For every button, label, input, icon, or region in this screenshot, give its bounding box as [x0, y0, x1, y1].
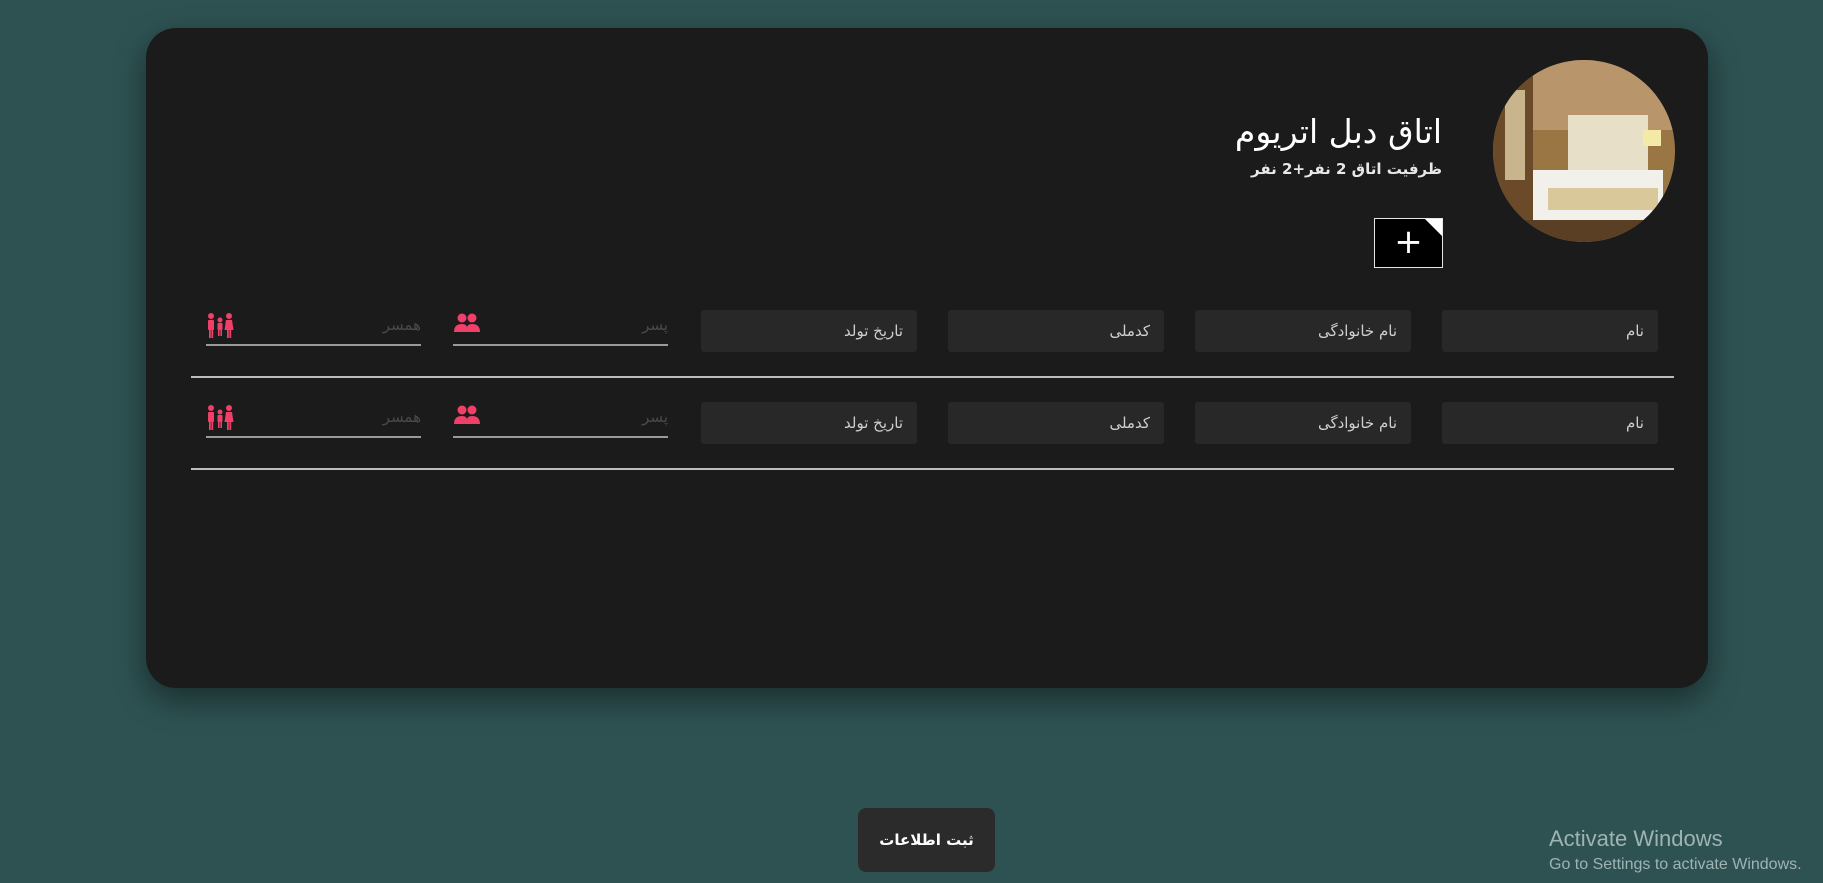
boy-field[interactable]: پسر: [453, 308, 668, 346]
room-photo: [1493, 60, 1675, 242]
page: اتاق دبل اتریوم ظرفیت اتاق 2 نفر+2 نفر +…: [0, 0, 1823, 883]
group-people-icon: [453, 312, 481, 338]
national-code-field[interactable]: کدملی: [948, 310, 1164, 352]
windows-activation-watermark: Activate Windows Go to Settings to activ…: [1549, 826, 1802, 874]
national-code-field[interactable]: کدملی: [948, 402, 1164, 444]
boy-field[interactable]: پسر: [453, 400, 668, 438]
row-divider: [191, 468, 1674, 470]
room-title: اتاق دبل اتریوم: [1234, 112, 1442, 151]
birth-date-field[interactable]: تاریخ تولد: [701, 310, 917, 352]
submit-button[interactable]: ثبت اطلاعات: [858, 808, 995, 872]
birth-date-field[interactable]: تاریخ تولد: [701, 402, 917, 444]
boy-placeholder: پسر: [642, 316, 668, 334]
spouse-placeholder: همسر: [382, 408, 421, 426]
family-icon: [206, 312, 234, 344]
add-guest-button[interactable]: +: [1374, 218, 1443, 268]
watermark-subtitle: Go to Settings to activate Windows.: [1549, 856, 1802, 873]
watermark-title: Activate Windows: [1549, 826, 1723, 851]
family-name-field[interactable]: نام خانوادگی: [1195, 310, 1411, 352]
spouse-placeholder: همسر: [382, 316, 421, 334]
guest-row: نام نام خانوادگی کدملی تاریخ تولد پسر هم…: [0, 400, 1823, 460]
guest-row: نام نام خانوادگی کدملی تاریخ تولد پسر هم…: [0, 308, 1823, 368]
name-field[interactable]: نام: [1442, 310, 1658, 352]
family-name-field[interactable]: نام خانوادگی: [1195, 402, 1411, 444]
boy-placeholder: پسر: [642, 408, 668, 426]
family-icon: [206, 404, 234, 436]
group-people-icon: [453, 404, 481, 430]
name-field[interactable]: نام: [1442, 402, 1658, 444]
row-divider: [191, 376, 1674, 378]
room-capacity: ظرفیت اتاق 2 نفر+2 نفر: [1251, 160, 1442, 178]
spouse-field[interactable]: همسر: [206, 308, 421, 346]
spouse-field[interactable]: همسر: [206, 400, 421, 438]
